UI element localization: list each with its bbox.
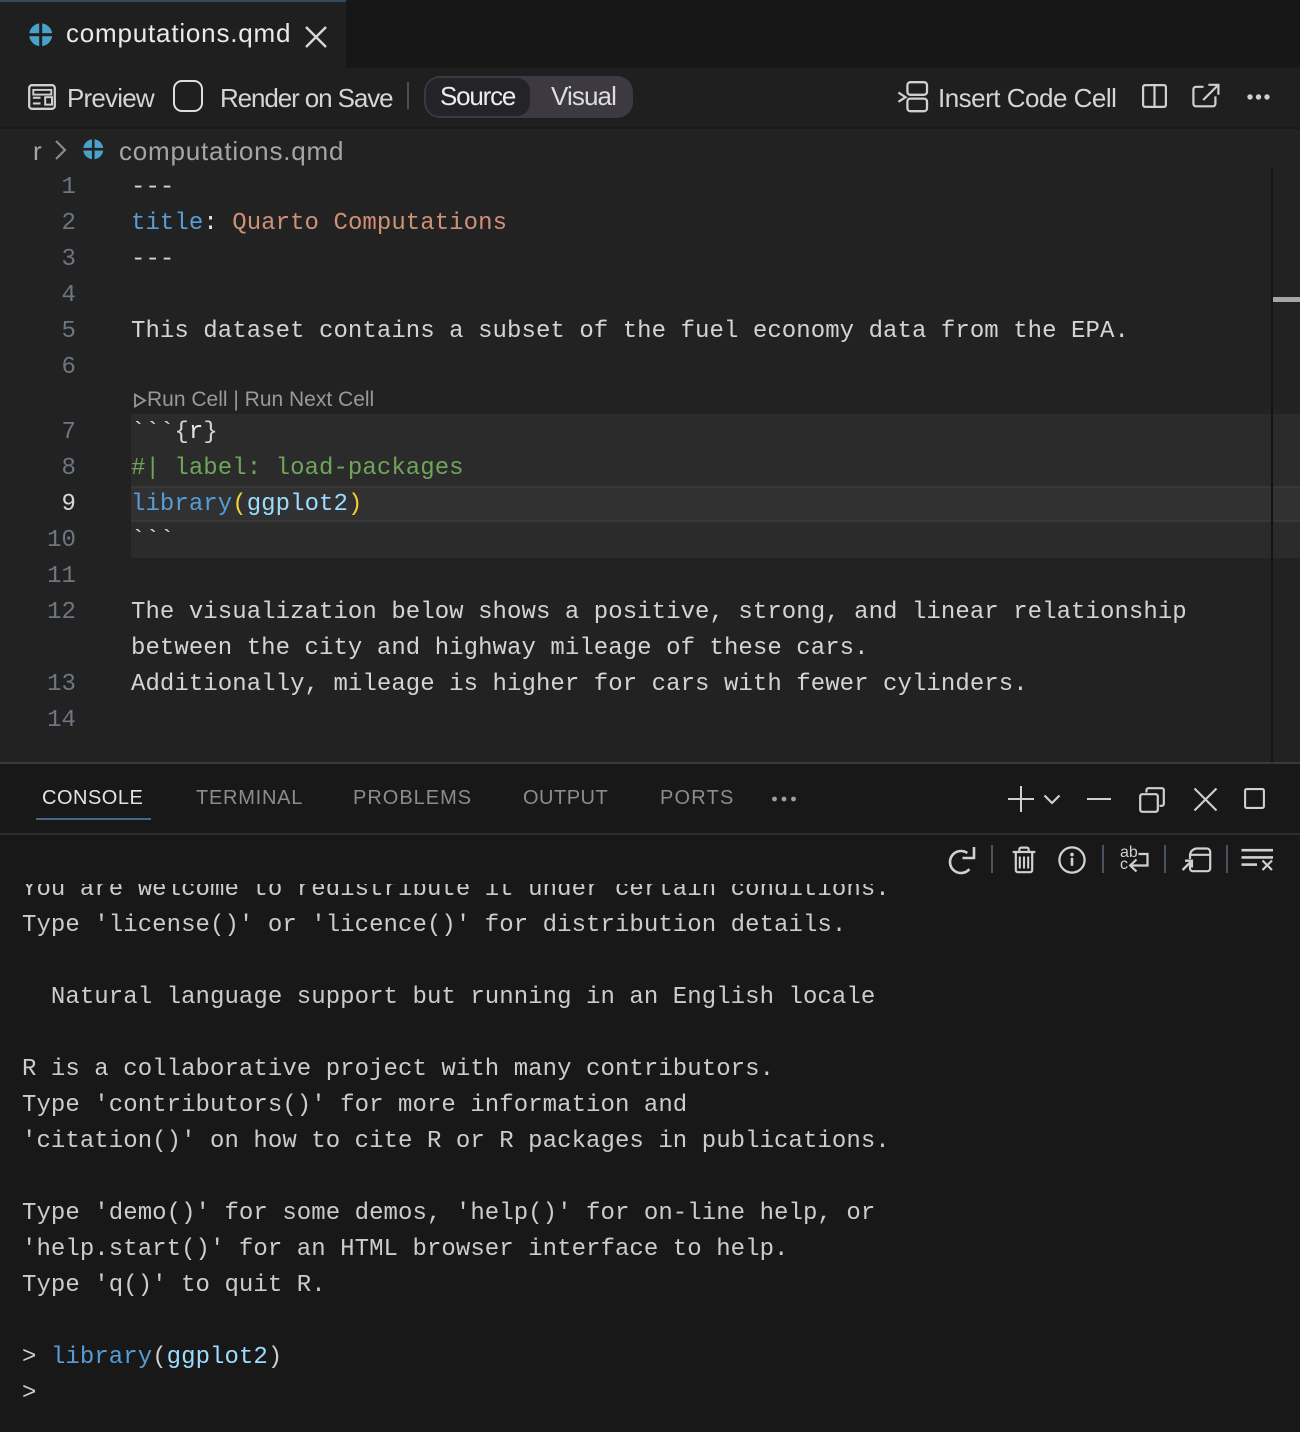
svg-text:c: c [1120, 856, 1128, 873]
